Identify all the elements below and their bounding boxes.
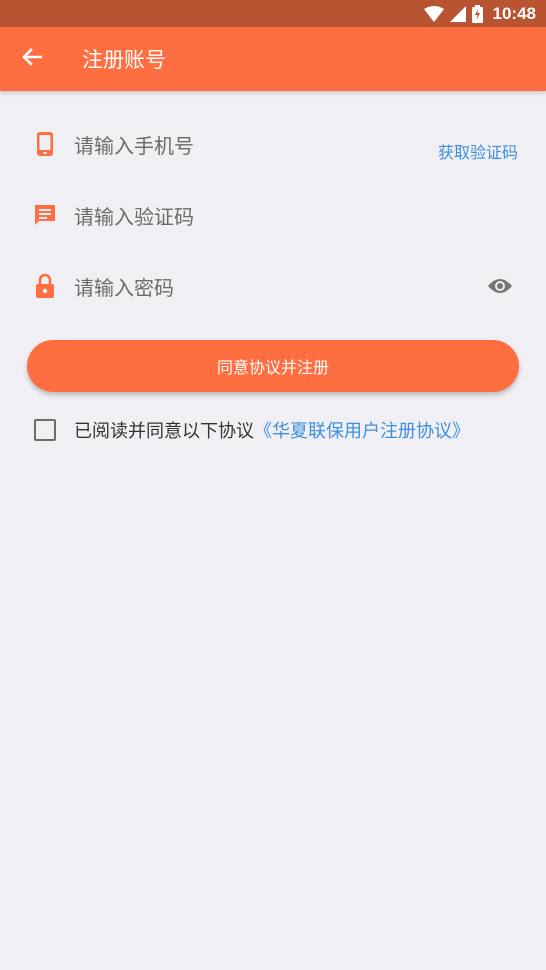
app-bar: 注册账号 — [0, 27, 546, 91]
message-icon — [32, 202, 58, 228]
eye-icon[interactable] — [486, 274, 514, 298]
code-field[interactable]: 请输入验证码 — [0, 194, 546, 236]
agreement-link[interactable]: 《华夏联保用户注册协议》 — [254, 417, 470, 443]
wifi-icon — [423, 5, 444, 22]
phone-icon — [32, 131, 58, 157]
lock-icon — [32, 273, 58, 299]
status-bar: 10:48 — [0, 0, 546, 27]
password-field[interactable]: 请输入密码 — [0, 265, 546, 307]
password-input[interactable]: 请输入密码 — [74, 272, 174, 301]
phone-input[interactable]: 请输入手机号 — [74, 130, 194, 159]
signal-icon — [449, 5, 466, 22]
get-code-button[interactable]: 获取验证码 — [438, 139, 518, 163]
battery-icon — [471, 4, 483, 23]
agreement-row: 已阅读并同意以下协议 《华夏联保用户注册协议》 — [34, 416, 470, 444]
register-button[interactable]: 同意协议并注册 — [27, 340, 519, 392]
back-button[interactable] — [0, 27, 64, 91]
page-title: 注册账号 — [82, 48, 166, 72]
back-arrow-icon — [22, 48, 43, 70]
code-input[interactable]: 请输入验证码 — [74, 201, 194, 230]
agreement-text: 已阅读并同意以下协议 — [74, 421, 254, 442]
status-time: 10:48 — [492, 3, 536, 23]
agree-checkbox[interactable] — [34, 419, 56, 441]
